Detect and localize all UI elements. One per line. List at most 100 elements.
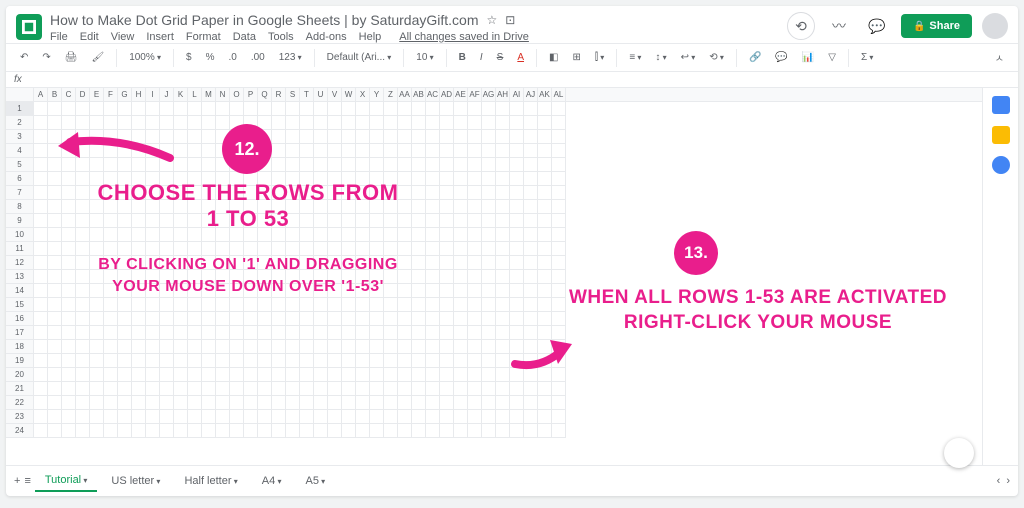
menu-help[interactable]: Help [359,31,382,43]
cell[interactable] [104,368,118,382]
cell[interactable] [398,354,412,368]
cell[interactable] [384,116,398,130]
cell[interactable] [426,256,440,270]
cell[interactable] [48,200,62,214]
cell[interactable] [90,368,104,382]
cell[interactable] [230,368,244,382]
cell[interactable] [286,130,300,144]
cell[interactable] [202,102,216,116]
cell[interactable] [510,340,524,354]
cell[interactable] [384,130,398,144]
cell[interactable] [188,326,202,340]
cell[interactable] [538,172,552,186]
cell[interactable] [524,284,538,298]
cell[interactable] [230,186,244,200]
cell[interactable] [76,298,90,312]
cell[interactable] [34,144,48,158]
cell[interactable] [552,228,566,242]
cell[interactable] [244,396,258,410]
cell[interactable] [132,144,146,158]
cell[interactable] [48,424,62,438]
cell[interactable] [48,130,62,144]
undo-icon[interactable]: ↶ [16,50,32,65]
cell[interactable] [426,424,440,438]
currency-button[interactable]: $ [182,50,196,65]
cell[interactable] [272,298,286,312]
cell[interactable] [328,256,342,270]
cell[interactable] [48,116,62,130]
paint-format-icon[interactable]: 🖌 [87,50,108,65]
cell[interactable] [118,270,132,284]
column-header[interactable]: L [188,88,202,101]
cell[interactable] [90,172,104,186]
cell[interactable] [118,242,132,256]
cell[interactable] [62,256,76,270]
cell[interactable] [244,340,258,354]
cell[interactable] [146,102,160,116]
cell[interactable] [76,410,90,424]
cell[interactable] [342,228,356,242]
cell[interactable] [356,354,370,368]
cell[interactable] [356,326,370,340]
cell[interactable] [146,396,160,410]
cell[interactable] [384,242,398,256]
row-header[interactable]: 18 [6,340,34,354]
cell[interactable] [244,284,258,298]
cell[interactable] [230,396,244,410]
cell[interactable] [496,228,510,242]
cell[interactable] [202,382,216,396]
link-icon[interactable]: 🔗 [745,50,765,65]
cell[interactable] [496,270,510,284]
cell[interactable] [34,284,48,298]
cell[interactable] [538,368,552,382]
cell[interactable] [146,158,160,172]
cell[interactable] [454,228,468,242]
cell[interactable] [314,214,328,228]
cell[interactable] [174,214,188,228]
cell[interactable] [258,368,272,382]
cell[interactable] [328,410,342,424]
cell[interactable] [90,354,104,368]
cell[interactable] [454,214,468,228]
cell[interactable] [146,382,160,396]
cell[interactable] [202,130,216,144]
italic-button[interactable]: I [476,50,487,65]
menu-edit[interactable]: Edit [80,31,99,43]
cell[interactable] [272,270,286,284]
cell[interactable] [34,396,48,410]
cell[interactable] [230,102,244,116]
cell[interactable] [300,130,314,144]
cell[interactable] [552,186,566,200]
cell[interactable] [412,270,426,284]
cell[interactable] [104,410,118,424]
cell[interactable] [146,340,160,354]
row-header[interactable]: 4 [6,144,34,158]
cell[interactable] [440,326,454,340]
cell[interactable] [188,200,202,214]
cell[interactable] [174,130,188,144]
cell[interactable] [146,242,160,256]
cell[interactable] [398,396,412,410]
cell[interactable] [216,256,230,270]
cell[interactable] [384,368,398,382]
column-header[interactable]: U [314,88,328,101]
cell[interactable] [328,214,342,228]
cell[interactable] [342,116,356,130]
cell[interactable] [188,228,202,242]
cell[interactable] [188,410,202,424]
cell[interactable] [174,186,188,200]
cell[interactable] [468,410,482,424]
cell[interactable] [328,172,342,186]
cell[interactable] [468,144,482,158]
cell[interactable] [524,186,538,200]
cell[interactable] [468,382,482,396]
merge-icon[interactable]: ⫿ [591,50,608,65]
cell[interactable] [440,102,454,116]
cell[interactable] [300,340,314,354]
cell[interactable] [398,424,412,438]
cell[interactable] [90,382,104,396]
tasks-icon[interactable] [992,156,1010,174]
cell[interactable] [146,172,160,186]
cell[interactable] [426,144,440,158]
cell[interactable] [440,298,454,312]
